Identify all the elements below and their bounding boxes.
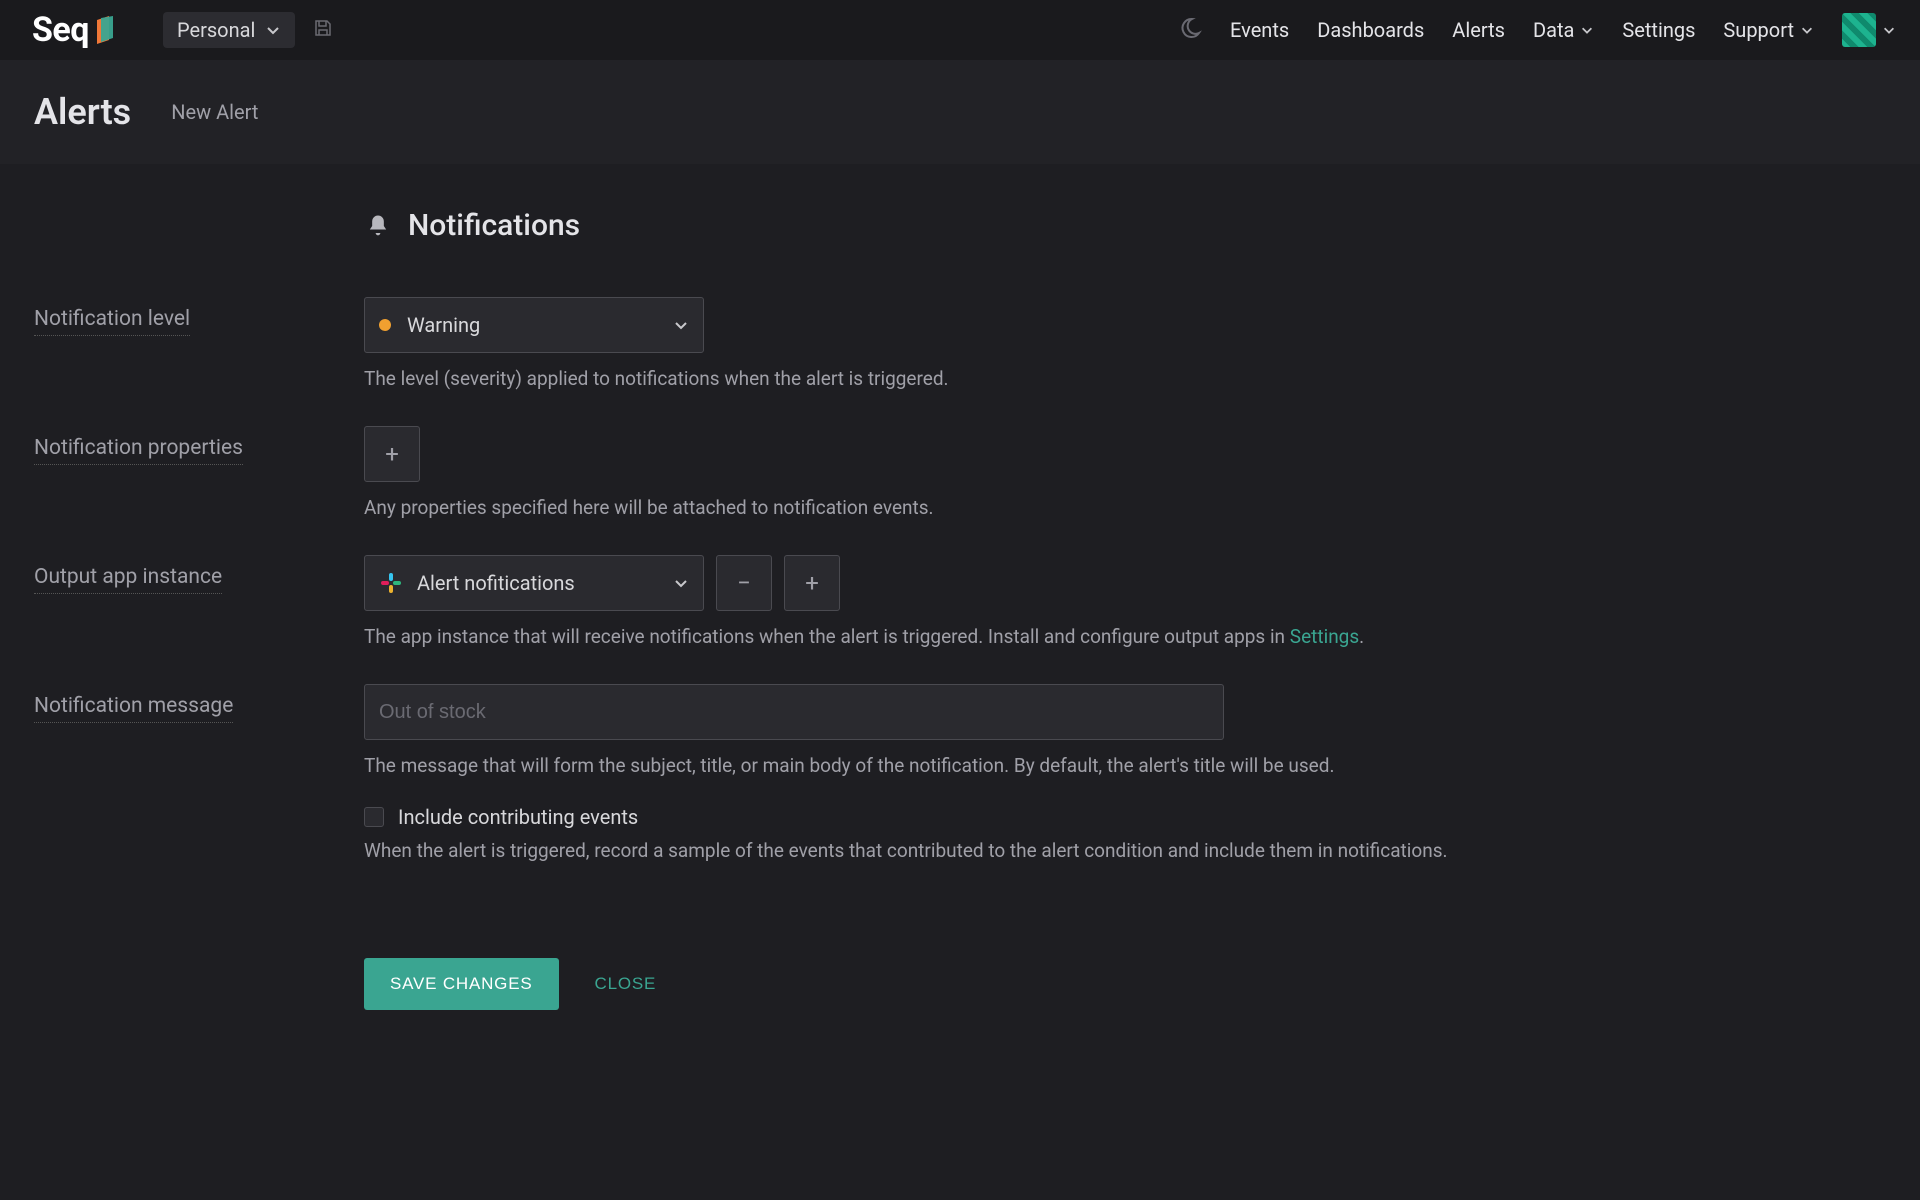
include-events-checkbox[interactable] xyxy=(364,807,384,827)
output-app-value: Alert nofitications xyxy=(417,571,575,595)
label-output-app: Output app instance xyxy=(34,565,222,594)
message-input[interactable] xyxy=(364,684,1224,740)
page-subtitle: New Alert xyxy=(171,100,258,124)
logo-text: Seq xyxy=(32,10,89,50)
output-app-select[interactable]: Alert nofitications xyxy=(364,555,704,611)
user-menu[interactable] xyxy=(1842,13,1896,47)
chevron-down-icon xyxy=(1580,23,1594,37)
help-output: The app instance that will receive notif… xyxy=(364,625,1564,648)
chevron-down-icon xyxy=(673,575,689,591)
field-notification-message: The message that will form the subject, … xyxy=(364,684,1564,862)
help-include: When the alert is triggered, record a sa… xyxy=(364,839,1564,862)
section-header: Notifications xyxy=(364,208,1920,243)
nav-data-label: Data xyxy=(1533,18,1574,42)
chevron-down-icon xyxy=(1800,23,1814,37)
nav-settings[interactable]: Settings xyxy=(1622,18,1695,42)
label-notification-properties: Notification properties xyxy=(34,436,243,465)
workspace-selector[interactable]: Personal xyxy=(163,12,295,48)
nav-events[interactable]: Events xyxy=(1230,18,1289,42)
logo[interactable]: Seq xyxy=(32,10,115,50)
label-notification-level: Notification level xyxy=(34,307,190,336)
help-message: The message that will form the subject, … xyxy=(364,754,1564,777)
help-output-suffix: . xyxy=(1359,625,1364,648)
close-button[interactable]: CLOSE xyxy=(589,973,663,995)
remove-output-button[interactable]: − xyxy=(716,555,772,611)
level-value: Warning xyxy=(407,313,480,337)
slack-icon xyxy=(379,571,403,595)
help-level: The level (severity) applied to notifica… xyxy=(364,367,1564,390)
help-output-prefix: The app instance that will receive notif… xyxy=(364,625,1290,648)
nav-dashboards[interactable]: Dashboards xyxy=(1317,18,1424,42)
form-actions: SAVE CHANGES CLOSE xyxy=(364,958,1920,1010)
add-property-button[interactable]: + xyxy=(364,426,420,482)
plus-icon: + xyxy=(805,569,819,597)
field-notification-properties: + Any properties specified here will be … xyxy=(364,426,1564,519)
workspace-name: Personal xyxy=(177,18,255,42)
topbar: Seq Personal Events Dashboards Alerts Da… xyxy=(0,0,1920,60)
content: Notifications Notification level Warning… xyxy=(0,164,1920,1010)
field-notification-level: Warning The level (severity) applied to … xyxy=(364,297,1564,390)
label-notification-message: Notification message xyxy=(34,694,233,723)
chevron-down-icon xyxy=(265,22,281,38)
nav-alerts[interactable]: Alerts xyxy=(1452,18,1505,42)
save-icon[interactable] xyxy=(313,18,333,43)
nav-data[interactable]: Data xyxy=(1533,18,1594,42)
bell-icon xyxy=(364,212,392,240)
help-properties: Any properties specified here will be at… xyxy=(364,496,1564,519)
chevron-down-icon xyxy=(1882,23,1896,37)
nav-support-label: Support xyxy=(1723,18,1794,42)
theme-toggle-icon[interactable] xyxy=(1178,16,1202,45)
logo-mark-icon xyxy=(95,16,115,44)
add-output-button[interactable]: + xyxy=(784,555,840,611)
chevron-down-icon xyxy=(673,317,689,333)
subheader: Alerts New Alert xyxy=(0,60,1920,164)
page-title: Alerts xyxy=(34,91,131,133)
avatar xyxy=(1842,13,1876,47)
include-events-label: Include contributing events xyxy=(398,805,638,829)
include-events-row: Include contributing events xyxy=(364,805,1564,829)
plus-icon: + xyxy=(385,440,399,468)
save-button[interactable]: SAVE CHANGES xyxy=(364,958,559,1010)
settings-link[interactable]: Settings xyxy=(1290,625,1359,648)
nav-right: Events Dashboards Alerts Data Settings S… xyxy=(1178,13,1896,47)
field-output-app: Alert nofitications − + The app instance… xyxy=(364,555,1564,648)
warning-dot-icon xyxy=(379,319,391,331)
nav-support[interactable]: Support xyxy=(1723,18,1814,42)
level-select[interactable]: Warning xyxy=(364,297,704,353)
minus-icon: − xyxy=(737,569,751,597)
section-title: Notifications xyxy=(408,208,580,243)
